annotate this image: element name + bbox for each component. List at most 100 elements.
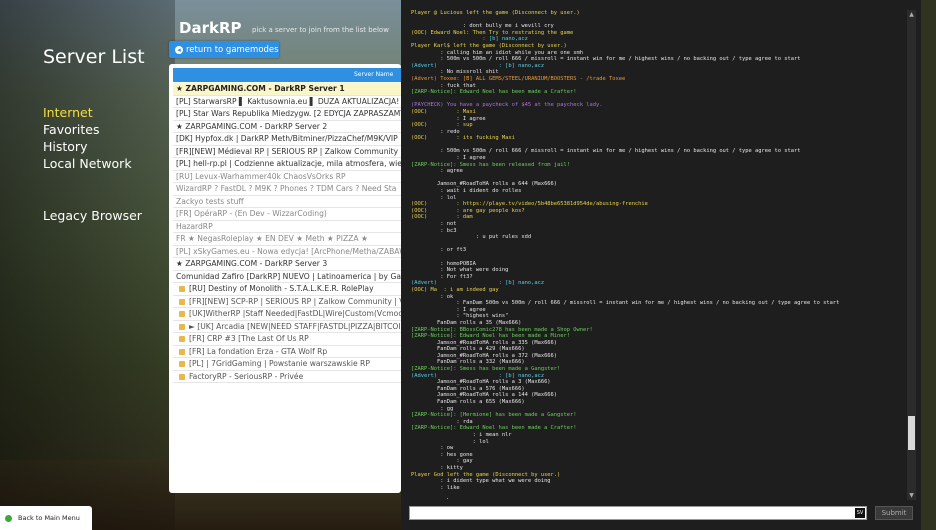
nav-legacy-browser[interactable]: Legacy Browser — [43, 208, 142, 223]
server-row[interactable]: [PL] | 7GridGaming | Powstanie warszawsk… — [173, 358, 401, 371]
server-name: FR ★ NegasRoleplay ★ EN DEV ★ Meth ★ PIZ… — [176, 234, 368, 243]
scrollbar-thumb[interactable] — [908, 416, 915, 450]
server-row[interactable]: ★ ZARPGAMING.COM - DarkRP Server 3 — [173, 258, 401, 271]
server-row[interactable]: ► [UK] Arcadia [NEW|NEED STAFF|FASTDL|PI… — [173, 321, 401, 333]
console-log: Player @ Lucious left the game (Disconne… — [411, 10, 907, 499]
page-title: Server List — [43, 46, 145, 68]
server-row[interactable]: FactoryRP - SeriousRP - Privée — [173, 371, 401, 383]
server-row[interactable]: [UK]WitherRP |Staff Needed|FastDL|Wire|C… — [173, 308, 401, 321]
column-header-label: Server Name — [354, 71, 394, 78]
submit-button[interactable]: Submit — [875, 506, 913, 520]
console-line: : or ft3 — [411, 247, 467, 254]
server-name: [PL] | 7GridGaming | Powstanie warszawsk… — [189, 359, 370, 368]
server-name: HazardRP — [176, 221, 213, 231]
server-name: [PL] hell-rp.pl | Codzienne aktualizacje… — [176, 159, 401, 168]
return-to-gamemodes-button[interactable]: ◂ return to gamemodes — [169, 41, 279, 58]
console-line: (Advert) : [b] nano,acz — [411, 372, 545, 379]
console-line: Player God left the game (Disconnect by … — [411, 471, 561, 478]
console-line: Player Karl$ left the game (Disconnect b… — [411, 42, 567, 49]
console-line: : bc3 — [411, 227, 457, 234]
server-row[interactable]: Zackyo tests stuff — [173, 196, 401, 208]
console-line: : redo — [411, 128, 460, 135]
console-line: (Advert) Toxee: [B] ALL GEMS/STEEL/URANI… — [411, 75, 626, 82]
console-line: FanDam rolls a 35 (Max666) — [411, 319, 522, 326]
scroll-down-icon[interactable]: ▼ — [908, 492, 915, 499]
console-line: Jamson_#RoadToHA rolls a 372 (Max666) — [411, 352, 558, 359]
server-name: Zackyo tests stuff — [176, 196, 244, 206]
server-row[interactable]: [FR] La fondation Erza - GTA Wolf Rp — [173, 346, 401, 358]
console-line: [ZARP-Notice]: Smess has been made a Gan… — [411, 366, 561, 373]
console-line: [ZARP-Notice]: Edward Noel has been made… — [411, 425, 577, 432]
server-rows: ★ ZARPGAMING.COM - DarkRP Server 1 [PL] S… — [173, 83, 401, 383]
server-name-column-header[interactable]: Server Name — [173, 68, 401, 82]
server-name: [FR] CRP #3 [The Last Of Us RP — [189, 334, 309, 343]
server-row[interactable]: [RU] Levux-Warhammer40k ChaosVsOrks RP — [173, 171, 401, 183]
console-input[interactable]: SV — [409, 506, 867, 520]
lock-icon — [179, 286, 185, 292]
console-line: : like — [411, 484, 460, 491]
console-line: : I agree — [411, 115, 486, 122]
server-name: [DK] Hypfox.dk | DarkRP Meth/Bitminer/Pi… — [176, 134, 398, 143]
server-name: [PL] StarwarsRP ▌ Kaktusownia.eu ▌ DUZA … — [176, 96, 401, 106]
console-window: Player @ Lucious left the game (Disconne… — [401, 0, 921, 530]
console-line: FanDam rolls a 655 (Max666) — [411, 399, 525, 406]
return-to-gamemodes-label: return to gamemodes — [186, 44, 279, 55]
server-row[interactable]: [PL] xSkyGames.eu - Nowa edycja! [ArcPho… — [173, 246, 401, 258]
server-row[interactable]: [FR][NEW] SCP-RP | SERIOUS RP | Zalkow C… — [173, 296, 401, 308]
server-row[interactable]: FR ★ NegasRoleplay ★ EN DEV ★ Meth ★ PIZ… — [173, 233, 401, 246]
console-line: : 500m vs 500m / roll 666 / missroll = i… — [411, 148, 801, 155]
scroll-up-icon[interactable]: ▲ — [908, 11, 915, 18]
server-row[interactable]: [DK] Hypfox.dk | DarkRP Meth/Bitminer/Pi… — [173, 133, 401, 146]
console-line: : kitty — [411, 464, 463, 471]
nav-local-network[interactable]: Local Network — [43, 156, 132, 171]
server-row[interactable]: ★ ZARPGAMING.COM - DarkRP Server 1 — [173, 83, 401, 96]
lock-icon — [179, 311, 185, 317]
console-line: (PAYCHECK) You have a paycheck of $45 at… — [411, 102, 603, 109]
server-name: ★ ZARPGAMING.COM - DarkRP Server 3 — [176, 259, 328, 268]
nav-internet[interactable]: Internet — [43, 105, 93, 120]
console-line: : i mean nlr — [411, 432, 512, 438]
server-name: FactoryRP - SeriousRP - Privée — [189, 371, 304, 381]
console-line: : Not what were doing — [411, 267, 509, 274]
server-row[interactable]: ★ ZARPGAMING.COM - DarkRP Server 2 — [173, 121, 401, 133]
server-row[interactable]: [PL] Star Wars Republika Miedzygw. [2 ED… — [173, 108, 401, 121]
server-row[interactable]: [RU] Destiny of Monolith - S.T.A.L.K.E.R… — [173, 283, 401, 296]
server-name: [FR] OpéraRP - (En Dev - WizzarCoding) — [176, 209, 327, 218]
console-line: [ZARP-Notice]: BBossComic278 has been ma… — [411, 326, 593, 333]
console-line: : rda — [411, 418, 473, 425]
server-name: ► [UK] Arcadia [NEW|NEED STAFF|FASTDL|PI… — [189, 321, 401, 331]
lock-icon — [179, 373, 185, 380]
console-line: : gay — [411, 458, 473, 465]
server-row[interactable]: [PL] StarwarsRP ▌ Kaktusownia.eu ▌ DUZA … — [173, 96, 401, 108]
server-name: ★ ZARPGAMING.COM - DarkRP Server 1 — [176, 84, 345, 93]
nav-favorites[interactable]: Favorites — [43, 122, 99, 137]
console-line: : [b] nano,acz — [411, 36, 528, 43]
server-row[interactable]: HazardRP — [173, 221, 401, 233]
console-line: (OOC) Edward Noel: Then Try to restratin… — [411, 29, 574, 36]
server-name: [FR][NEW] SCP-RP | SERIOUS RP | Zalkow C… — [189, 296, 401, 306]
sidebar-shade — [0, 0, 175, 530]
server-row[interactable]: WizardRP ? FastDL ? M9K ? Phones ? TDM C… — [173, 183, 401, 196]
console-line: FanDam rolls a 576 (Max666) — [411, 385, 525, 392]
lock-icon — [179, 323, 185, 330]
console-line: : For ft3? — [411, 273, 473, 280]
server-name: ★ ZARPGAMING.COM - DarkRP Server 2 — [176, 121, 328, 131]
console-line: Jamson_#RoadToHA rolls a 3 (Max666) — [411, 379, 551, 386]
back-to-main-menu-button[interactable]: Back to Main Menu — [0, 506, 92, 530]
server-row[interactable]: [FR][NEW] Médieval RP | SERIOUS RP | Zal… — [173, 146, 401, 158]
server-row[interactable]: [FR] OpéraRP - (En Dev - WizzarCoding) — [173, 208, 401, 221]
console-line: (OOC) : sup — [411, 122, 473, 129]
server-name: [PL] xSkyGames.eu - Nowa edycja! [ArcPho… — [176, 246, 401, 256]
console-line: : homoPOBIA — [411, 260, 476, 267]
input-tag: SV — [855, 508, 865, 518]
console-line: : hes gone — [411, 451, 473, 458]
console-line: [ZARP-Notice]: Smess has been released f… — [411, 161, 571, 168]
console-scrollbar[interactable]: ▲ ▼ — [907, 10, 916, 500]
server-row[interactable]: [PL] hell-rp.pl | Codzienne aktualizacje… — [173, 158, 401, 171]
gamemode-subtitle: pick a server to join from the list belo… — [252, 26, 389, 34]
server-row[interactable]: Comunidad Zafiro [DarkRP] NUEVO | Latino… — [173, 271, 401, 283]
nav-history[interactable]: History — [43, 139, 87, 154]
console-line: : I agree — [411, 306, 486, 313]
server-row[interactable]: [FR] CRP #3 [The Last Of Us RP — [173, 333, 401, 346]
console-line: : dont bully me i wevill cry — [411, 23, 554, 30]
